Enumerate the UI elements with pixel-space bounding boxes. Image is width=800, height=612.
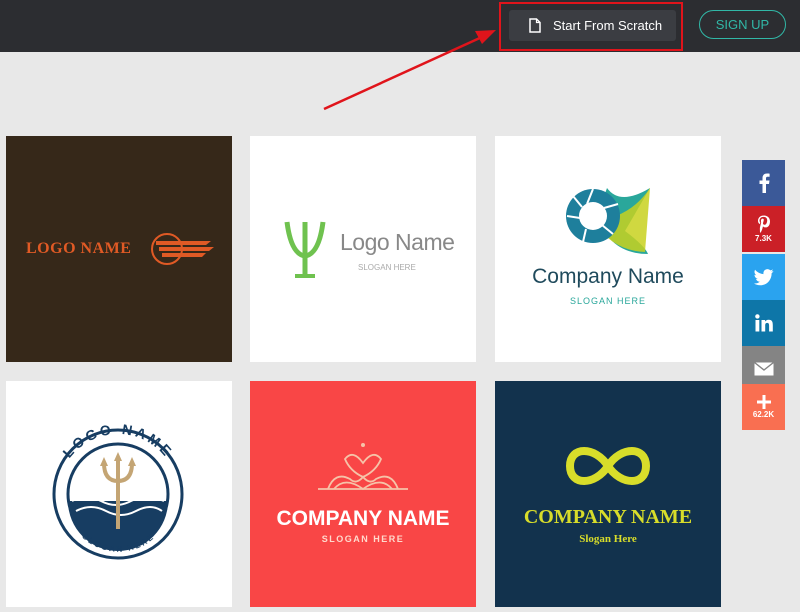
twitter-share-button[interactable] (742, 254, 785, 300)
logo-name: COMPANY NAME (523, 506, 693, 528)
logo-slogan: SLOGAN HERE (358, 263, 416, 272)
logo-template-card[interactable]: COMPANY NAME SLOGAN HERE (250, 381, 476, 607)
pinterest-share-button[interactable]: 7.3K (742, 206, 785, 252)
pinterest-count: 7.3K (755, 234, 772, 243)
logo-name: Logo Name (340, 229, 455, 255)
logo-slogan: SLOGAN HERE (321, 534, 405, 544)
top-bar: Start From Scratch SIGN UP (0, 0, 800, 52)
logo-name: LOGO NAME (26, 240, 132, 257)
linkedin-icon (754, 314, 773, 332)
logo-slogan: Slogan Here (579, 533, 637, 545)
logo-name: Company Name (532, 265, 684, 288)
aperture-logo-icon (566, 188, 650, 254)
logo-name: LOGO NAME (59, 421, 173, 461)
logo-name: COMPANY NAME (276, 507, 450, 530)
pinterest-icon (757, 215, 770, 233)
logo-slogan: SLOGAN HERE (81, 532, 155, 554)
svg-text:SLOGAN HERE: SLOGAN HERE (81, 532, 157, 554)
logo-template-card[interactable]: COMPANY NAME Slogan Here (495, 381, 721, 607)
share-total-count: 62.2K (752, 410, 775, 419)
more-share-button[interactable]: 62.2K (742, 384, 785, 430)
sign-up-button[interactable]: SIGN UP (699, 10, 786, 39)
logo-template-card[interactable]: LOGO NAME SLOGAN HERE (6, 381, 232, 607)
facebook-share-button[interactable] (742, 160, 785, 206)
facebook-icon (759, 173, 770, 193)
infinity-logo-icon (565, 447, 651, 485)
svg-text:LOGO NAME: LOGO NAME (59, 421, 176, 461)
logo-template-card[interactable]: LOGO NAME (6, 136, 232, 362)
logo-slogan: SLOGAN HERE (569, 296, 647, 306)
linkedin-share-button[interactable] (742, 300, 785, 346)
badge-ring-text: LOGO NAME SLOGAN HERE (59, 421, 176, 554)
start-from-scratch-label: Start From Scratch (553, 18, 663, 33)
plus-icon (756, 395, 771, 409)
logo-template-card[interactable]: Logo Name SLOGAN HERE (250, 136, 476, 362)
twitter-icon (753, 268, 773, 285)
logo-template-card[interactable]: Company Name SLOGAN HERE (495, 136, 721, 362)
document-icon (529, 18, 541, 33)
email-icon (753, 362, 774, 376)
start-from-scratch-button[interactable]: Start From Scratch (509, 10, 676, 41)
crown-logo-icon (318, 443, 408, 491)
